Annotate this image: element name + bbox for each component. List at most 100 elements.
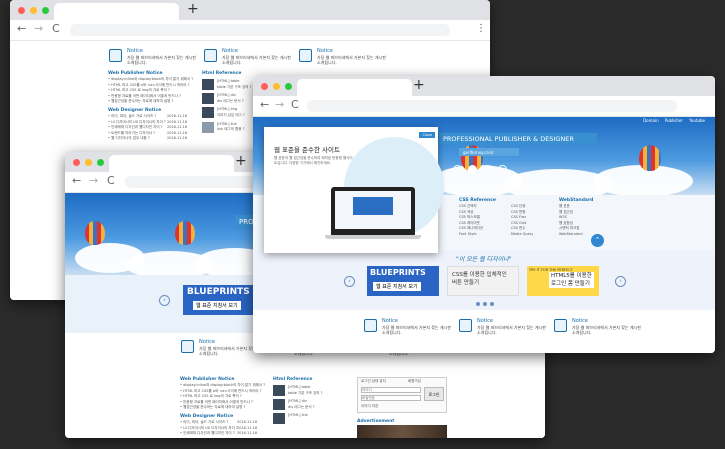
login-box: 로그인 상태 유지 회원가입 로그인 아이디 저장 [357, 377, 447, 413]
reload-button[interactable]: C [291, 98, 299, 111]
notice-text: 가장 웹 퍼브리셔에서 가본지 찾는 게시판 소개됩니다. [382, 325, 451, 335]
balloon-image [175, 221, 195, 245]
login-button[interactable]: 로그인 [424, 387, 444, 401]
nav-domain[interactable]: Domain [643, 118, 659, 123]
new-tab-button[interactable]: + [187, 1, 199, 17]
link-item[interactable]: Media Query [511, 232, 533, 238]
list-item[interactable]: • display:inline과 display:block의 차이 알기 위… [180, 383, 265, 389]
toolbar: ← → C [253, 96, 715, 117]
popup-title: 웹 표준을 준수한 사이트 [274, 146, 340, 154]
reload-button[interactable]: C [52, 22, 60, 35]
notice-card[interactable]: Notice가장 웹 퍼브리셔에서 가본지 찾는 게시판 소개됩니다. [455, 315, 550, 351]
list-item[interactable]: • 웹접근성을 준수하는 자료에 대하여 설명 ? [108, 99, 193, 105]
id-input[interactable] [361, 387, 421, 393]
menu-button[interactable]: ⋮ [476, 23, 486, 34]
css-button-banner[interactable]: CSS를 이용한 입체적인 버튼 만들기 [447, 266, 519, 296]
reload-button[interactable]: C [107, 174, 115, 187]
notice-title: Notice [382, 318, 398, 324]
notice-icon [109, 49, 122, 62]
reference-item[interactable]: [HTML] div div 태그는 문서 ? [202, 93, 252, 105]
slider-dot[interactable] [476, 302, 480, 306]
popup-modal: Close 웹 표준을 준수한 사이트 웹 표준과 웹 접근성을 준수하여 제작… [264, 127, 444, 253]
maximize-window-button[interactable] [42, 7, 49, 14]
hero-title: PRO [239, 218, 254, 226]
ref-desc: div 태그는 문서 ? [217, 98, 244, 103]
slider-dot[interactable] [483, 302, 487, 306]
browser-tab[interactable] [109, 155, 234, 172]
list-item[interactable]: • 웹접근성을 준수하는 자료에 대하여 설명 ? [180, 405, 265, 411]
notice-card[interactable]: Notice가장 웹 퍼브리셔에서 가본지 찾는 게시판 소개됩니다. [360, 315, 455, 351]
close-window-button[interactable] [73, 159, 80, 166]
css-reference-list-2: CSS 단위 CSS 변형 CSS Flex CSS Grid CSS 변수 M… [511, 204, 533, 238]
blueprints-banner[interactable]: BLUEPRINTS 웹 표준 지침서 보기 [367, 266, 439, 296]
maximize-window-button[interactable] [285, 83, 292, 90]
save-id-checkbox[interactable]: 아이디 저장 [361, 404, 378, 410]
page-content: Domain Publisher Youtube PROFESSIONAL PU… [253, 117, 715, 353]
address-bar[interactable] [307, 100, 677, 112]
notice-card[interactable]: Notice가장 웹 퍼브리셔에서 가본지 찾는 게시판 소개됩니다. [550, 315, 645, 351]
prev-arrow-icon[interactable]: ‹ [159, 295, 170, 306]
back-button[interactable]: ← [17, 22, 26, 35]
html5-login-banner[interactable]: TRY IT FOR THE PERFECT HTML5를 이용한 로그인 폼 … [527, 266, 599, 296]
reference-item[interactable]: [HTML] link link 태그의 활용 ? [202, 121, 252, 133]
reference-item[interactable]: [HTML] table table 기본 구조 강의 ? [273, 385, 323, 396]
minimize-window-button[interactable] [30, 7, 37, 14]
next-arrow-icon[interactable]: › [615, 276, 626, 287]
tab-bar: + [253, 76, 715, 96]
password-input[interactable] [361, 395, 421, 401]
minimize-window-button[interactable] [273, 83, 280, 90]
list-item[interactable]: • 인쇄매체 디자인과 웹디자인 차이 ? [180, 431, 238, 437]
designer-notice-heading: Web Designer Notice [108, 108, 162, 113]
back-button[interactable]: ← [260, 98, 269, 111]
nav-youtube[interactable]: Youtube [689, 118, 705, 123]
link-item[interactable]: CSS 박스모델 [459, 215, 483, 221]
advertisement-image[interactable] [357, 425, 447, 438]
link-item[interactable]: WebStandard [559, 232, 583, 238]
ref-title: [HTML] link [288, 413, 308, 418]
forward-button[interactable]: → [89, 174, 98, 187]
slider-dot[interactable] [490, 302, 494, 306]
css-reference-heading: CSS Reference [459, 198, 496, 203]
forward-button[interactable]: → [34, 22, 43, 35]
thumbnail [202, 93, 214, 105]
new-tab-button[interactable]: + [235, 153, 247, 169]
social-icons [453, 165, 507, 174]
nav-publisher[interactable]: Publisher [665, 118, 683, 123]
minimize-window-button[interactable] [85, 159, 92, 166]
popup-close-button[interactable]: Close [419, 132, 435, 138]
heart-icon[interactable] [468, 165, 477, 174]
address-bar[interactable] [70, 24, 450, 36]
banner-title: BLUEPRINTS [370, 268, 426, 277]
list-item[interactable]: • 웹 디자이너의 업무 내용 ? [108, 136, 166, 142]
browser-tab[interactable] [297, 79, 412, 96]
banner-subtitle: 웹 표준 지침서 보기 [193, 301, 241, 310]
list-item[interactable]: • display:inline과 display:block의 차이 알기 위… [108, 77, 193, 83]
reference-item[interactable]: [HTML] img 이미지 삽입 태그 ? [202, 107, 252, 119]
popup-text: 웹 표준과 웹 접근성을 준수하여 제작된 반응형 웹사이트입니다. 다양한 기… [274, 156, 353, 165]
reference-heading: Html Reference [273, 377, 313, 382]
close-window-button[interactable] [261, 83, 268, 90]
email-icon[interactable] [483, 165, 492, 174]
ref-desc: table 기본 구조 강의 ? [217, 84, 252, 89]
forward-button[interactable]: → [275, 98, 284, 111]
thumbnail [273, 399, 285, 411]
back-button[interactable]: ← [72, 174, 81, 187]
close-window-button[interactable] [18, 7, 25, 14]
new-tab-button[interactable]: + [413, 77, 425, 93]
scroll-up-icon[interactable]: ⌃ [591, 234, 604, 247]
join-link[interactable]: 회원가입 [408, 379, 421, 385]
list-item[interactable]: • 인쇄매체 디자인과 웹디자인 차이 ? [108, 125, 166, 131]
alarm-icon[interactable] [498, 165, 507, 174]
youtube-icon[interactable] [453, 165, 462, 174]
ref-desc: link 태그의 활용 ? [217, 127, 245, 132]
reference-item[interactable]: [HTML] table table 기본 구조 강의 ? [202, 79, 252, 90]
prev-arrow-icon[interactable]: ‹ [344, 276, 355, 287]
link-item[interactable]: Font Style [459, 232, 483, 238]
advertisement-heading: Advertisement [357, 419, 395, 424]
browser-tab[interactable] [54, 3, 179, 20]
reference-item[interactable]: [HTML] div div 태그는 문서 ? [273, 399, 323, 411]
reference-list: [HTML] table table 기본 구조 강의 ? [HTML] div d… [273, 385, 323, 427]
reference-item[interactable]: [HTML] link [273, 413, 323, 425]
designer-notice-heading: Web Designer Notice [180, 414, 234, 419]
maximize-window-button[interactable] [97, 159, 104, 166]
